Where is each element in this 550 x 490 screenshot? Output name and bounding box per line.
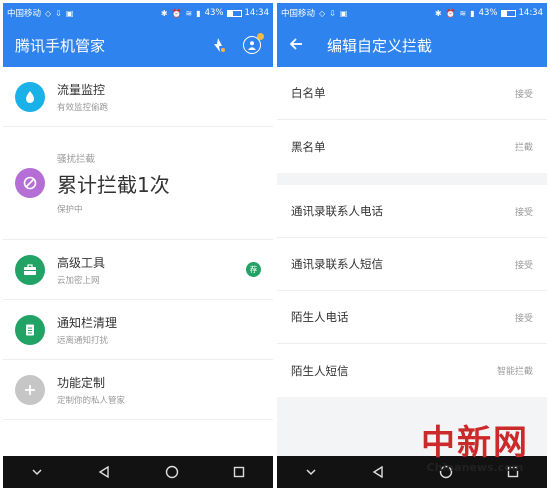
row-value: 接受 [514,207,533,218]
speedup-icon[interactable] [209,36,227,54]
back-triangle-icon[interactable] [366,462,390,482]
item-subtitle: 有效监控偷跑 [57,102,109,113]
row-label: 陌生人短信 [291,363,349,378]
battery-icon [500,9,516,17]
right-phone-screen: 中国移动 ◇ ⇩ ▣ ✱ ⏰ ≋ ▮ 43% 14:34 编辑自定义拦截 白名单… [277,3,547,488]
item-subtitle: 定制你的私人管家 [57,395,126,406]
home-circle-icon[interactable] [160,462,184,482]
download-icon: ⇩ [329,8,336,18]
cellular-icon: ▮ [196,8,201,18]
list-item-customize[interactable]: 功能定制 定制你的私人管家 [3,360,273,420]
app-title: 腾讯手机管家 [15,36,106,55]
app-bar: 编辑自定义拦截 [277,23,547,67]
list-group-lists: 白名单 接受 黑名单 拦截 [277,67,547,173]
intercept-status: 保护中 [57,205,83,215]
wifi-icon: ≋ [459,8,467,18]
row-value: 智能拦截 [496,367,533,377]
setting-row-contact-calls[interactable]: 通讯录联系人电话 接受 [277,185,547,238]
notification-dot [257,33,264,40]
intercept-label: 骚扰拦截 [57,154,96,165]
list-item-traffic[interactable]: 流量监控 有效监控偷跑 [3,67,273,127]
image-icon: ▣ [65,8,74,18]
back-arrow-icon[interactable] [289,35,307,56]
recommend-badge: 荐 [246,262,261,277]
setting-row-whitelist[interactable]: 白名单 接受 [277,67,547,120]
bluetooth-icon: ✱ [160,8,168,18]
battery-percent: 43% [204,8,224,18]
signal-icon: ◇ [319,8,326,18]
item-subtitle: 云加密上网 [57,275,100,286]
battery-percent: 43% [478,8,498,18]
back-triangle-icon[interactable] [92,462,116,482]
page-title: 编辑自定义拦截 [327,36,433,55]
status-bar: 中国移动 ◇ ⇩ ▣ ✱ ⏰ ≋ ▮ 43% 14:34 [277,3,547,23]
alarm-icon: ⏰ [445,8,456,18]
row-value: 接受 [514,313,533,324]
app-bar: 腾讯手机管家 [3,23,273,67]
watermark-en: Chinanews.com [426,461,524,474]
carrier-label: 中国移动 [7,9,42,19]
item-title: 高级工具 [57,255,106,270]
row-label: 黑名单 [291,139,326,154]
list-item-notification-clean[interactable]: 通知栏清理 远离通知打扰 [3,300,273,360]
carrier-label: 中国移动 [281,9,316,19]
status-bar: 中国移动 ◇ ⇩ ▣ ✱ ⏰ ≋ ▮ 43% 14:34 [3,3,273,23]
watermark-cn: 中新网 [421,423,529,463]
item-title: 流量监控 [57,82,106,97]
intercept-count: 累计拦截1次 [57,173,170,197]
chevron-down-icon[interactable] [25,462,49,482]
setting-row-stranger-sms[interactable]: 陌生人短信 智能拦截 [277,344,547,397]
clock: 14:34 [244,8,270,18]
battery-icon [226,9,242,17]
row-value: 拦截 [514,143,533,153]
water-drop-icon [15,81,45,112]
signal-icon: ◇ [45,8,52,18]
block-icon [15,168,45,198]
item-title: 功能定制 [57,375,106,390]
plus-icon [15,374,45,405]
system-nav-bar [3,456,273,488]
row-label: 通讯录联系人电话 [291,204,383,218]
chevron-down-icon[interactable] [299,462,323,482]
toolbox-icon [15,254,45,285]
bluetooth-icon: ✱ [434,8,442,18]
recents-square-icon[interactable] [227,462,251,482]
item-subtitle: 远离通知打扰 [57,335,109,346]
clock: 14:34 [518,8,544,18]
list-item-advanced-tools[interactable]: 高级工具 云加密上网 荐 [3,240,273,300]
setting-row-contact-sms[interactable]: 通讯录联系人短信 接受 [277,238,547,291]
download-icon: ⇩ [55,8,62,18]
notification-clean-icon [15,314,45,345]
item-title: 通知栏清理 [57,315,118,330]
row-label: 通讯录联系人短信 [291,257,383,271]
feature-list: 流量监控 有效监控偷跑 骚扰拦截 累计拦截1次 保护中 高级工具 云加密上网 荐 [3,67,273,420]
setting-row-blacklist[interactable]: 黑名单 拦截 [277,120,547,173]
row-label: 陌生人电话 [291,310,349,324]
row-value: 接受 [514,260,533,271]
image-icon: ▣ [339,8,348,18]
news-watermark: 中新网 Chinanews.com [421,426,529,474]
list-group-sources: 通讯录联系人电话 接受 通讯录联系人短信 接受 陌生人电话 接受 陌生人短信 智… [277,185,547,397]
cellular-icon: ▮ [470,8,475,18]
setting-row-stranger-calls[interactable]: 陌生人电话 接受 [277,291,547,344]
alarm-icon: ⏰ [171,8,182,18]
list-item-intercept[interactable]: 骚扰拦截 累计拦截1次 保护中 [3,127,273,240]
row-label: 白名单 [291,86,326,100]
row-value: 接受 [514,89,533,100]
left-phone-screen: 中国移动 ◇ ⇩ ▣ ✱ ⏰ ≋ ▮ 43% 14:34 腾讯手机管家 流量监控… [3,3,273,488]
profile-icon[interactable] [243,33,264,54]
wifi-icon: ≋ [185,8,193,18]
